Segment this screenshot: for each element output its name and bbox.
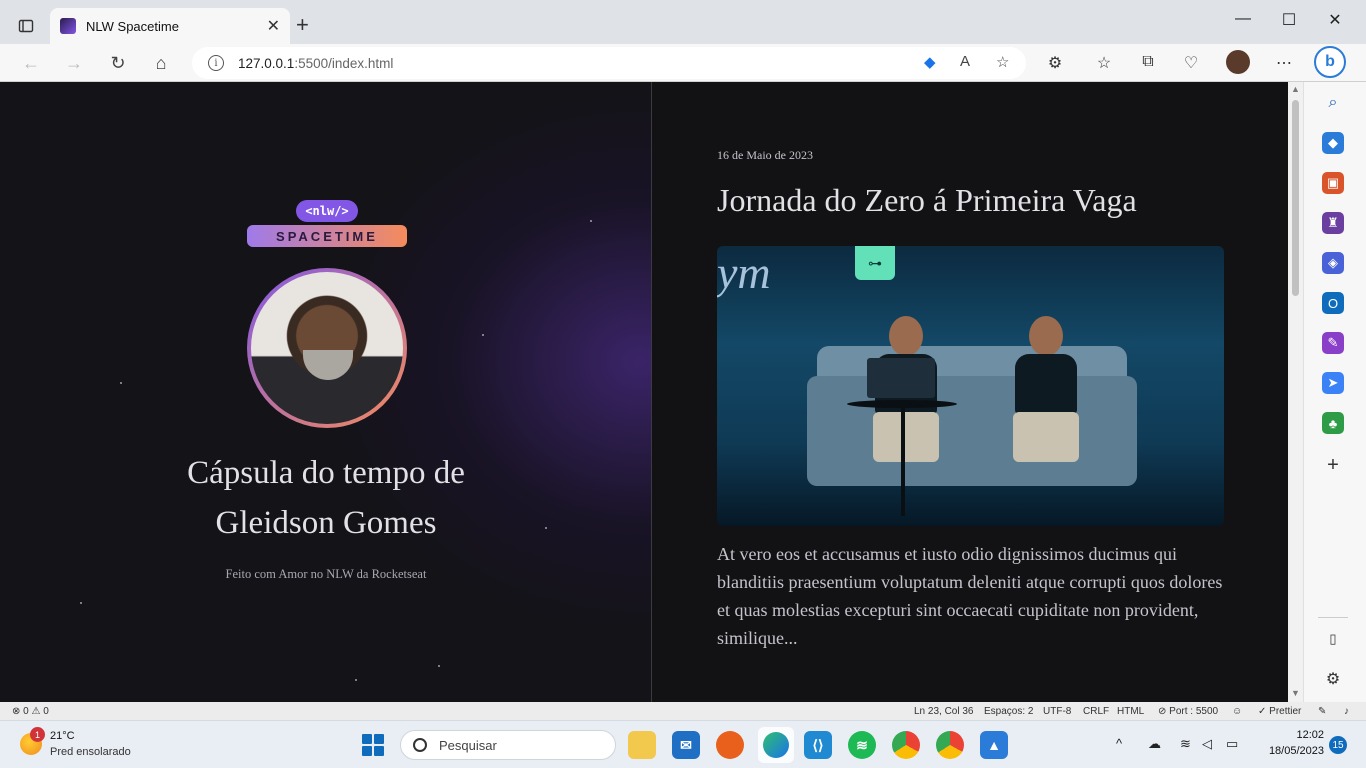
new-tab-button[interactable]: + xyxy=(296,14,309,36)
spotify-icon[interactable]: ≋ xyxy=(848,731,876,759)
bell-icon[interactable]: ♪ xyxy=(1344,706,1349,717)
chrome-profile-g-icon[interactable] xyxy=(892,731,920,759)
mail-icon[interactable]: ✉ xyxy=(672,731,700,759)
nlw-logo-badge: <nlw/> xyxy=(296,200,358,222)
bing-chat-icon[interactable]: b xyxy=(1314,46,1346,78)
extensions-icon[interactable]: ⚙ xyxy=(1044,53,1066,73)
prettier-status[interactable]: ✓ Prettier xyxy=(1258,706,1301,717)
laptop-icon xyxy=(867,358,935,398)
refresh-icon[interactable]: ↻ xyxy=(107,52,129,74)
clock-date[interactable]: 18/05/2023 xyxy=(1258,745,1324,757)
browser-tab-bar: NLW Spacetime ✕ + — ☐ ✕ xyxy=(0,0,1366,44)
scrollbar-thumb[interactable] xyxy=(1292,100,1299,296)
sidebar-toggle-icon[interactable]: ▯ xyxy=(1322,628,1344,650)
designer-icon[interactable]: ✎ xyxy=(1322,332,1344,354)
tab-close-icon[interactable]: ✕ xyxy=(267,16,280,36)
performance-icon[interactable]: ♡ xyxy=(1180,53,1202,73)
wifi-icon[interactable]: ≋ xyxy=(1180,736,1191,752)
scroll-up-icon[interactable]: ▲ xyxy=(1291,84,1300,94)
browser-toolbar: ← → ↻ ⌂ i 127.0.0.1:5500/index.html ◆ A … xyxy=(0,44,1366,82)
favicon-icon xyxy=(60,18,76,34)
weather-temperature[interactable]: 21°C xyxy=(50,730,75,742)
indentation[interactable]: Espaços: 2 xyxy=(984,706,1033,717)
capsule-pane: <nlw/> SPACETIME Cápsula do tempo de Gle… xyxy=(0,82,652,702)
edge-icon[interactable] xyxy=(758,727,794,763)
line-endings[interactable]: CRLF xyxy=(1083,706,1109,717)
file-explorer-icon[interactable] xyxy=(628,731,656,759)
back-icon[interactable]: ← xyxy=(20,52,42,74)
volume-icon[interactable]: ◁ xyxy=(1202,736,1212,752)
close-window-button[interactable]: ✕ xyxy=(1312,10,1358,30)
show-hidden-icons[interactable]: ^ xyxy=(1116,736,1122,751)
search-icon[interactable]: ⌕ xyxy=(1322,92,1344,114)
neon-sign-decoration: ym xyxy=(717,247,771,298)
coupon-icon[interactable]: ◆ xyxy=(924,53,936,71)
read-aloud-icon[interactable]: A xyxy=(960,53,970,70)
address-bar[interactable]: i 127.0.0.1:5500/index.html xyxy=(192,47,1026,79)
add-sidebar-icon[interactable]: + xyxy=(1322,454,1344,476)
profile-avatar-icon[interactable] xyxy=(1226,50,1250,74)
avatar xyxy=(247,268,407,428)
vscode-icon[interactable]: ⟨⟩ xyxy=(804,731,832,759)
language-mode[interactable]: HTML xyxy=(1117,706,1144,717)
chrome-icon[interactable] xyxy=(936,731,964,759)
page-scrollbar[interactable]: ▲ ▼ xyxy=(1288,82,1303,702)
outlook-icon[interactable]: O xyxy=(1322,292,1344,314)
add-favorite-icon[interactable]: ☆ xyxy=(996,53,1009,71)
copilot-icon[interactable]: ☺ xyxy=(1232,706,1242,717)
favorites-icon[interactable]: ☆ xyxy=(1093,53,1115,73)
taskbar-search-box[interactable]: Pesquisar xyxy=(400,730,616,760)
user-photo xyxy=(251,272,403,424)
weather-alert-badge: 1 xyxy=(30,727,45,742)
games-icon[interactable]: ♜ xyxy=(1322,212,1344,234)
firefox-icon[interactable] xyxy=(716,731,744,759)
shopping-icon[interactable]: ◆ xyxy=(1322,132,1344,154)
browser-tab-active[interactable]: NLW Spacetime ✕ xyxy=(50,8,290,44)
tab-actions-icon[interactable] xyxy=(8,10,44,42)
search-placeholder: Pesquisar xyxy=(439,737,497,753)
weather-description[interactable]: Pred ensolarado xyxy=(50,746,131,758)
status-bar: ⊗ 0 ⚠ 0 Ln 23, Col 36 Espaços: 2 UTF-8 C… xyxy=(0,702,1366,720)
footer-credit: Feito com Amor no NLW da Rocketseat xyxy=(225,567,427,581)
tree-icon[interactable]: ♣ xyxy=(1322,412,1344,434)
encoding[interactable]: UTF-8 xyxy=(1043,706,1071,717)
office-icon[interactable]: ◈ xyxy=(1322,252,1344,274)
post-title: Jornada do Zero á Primeira Vaga xyxy=(717,182,1137,218)
collections-icon[interactable]: ⧉ xyxy=(1137,53,1159,71)
minimize-button[interactable]: — xyxy=(1220,10,1266,28)
url-text: 127.0.0.1:5500/index.html xyxy=(238,55,394,71)
clock-time[interactable]: 12:02 xyxy=(1290,729,1324,741)
windows-taskbar: 1 21°C Pred ensolarado Pesquisar ✉ ⟨⟩ ≋ … xyxy=(0,720,1366,768)
feedback-icon[interactable]: ✎ xyxy=(1318,706,1326,717)
search-icon xyxy=(413,738,427,752)
spacetime-logo: SPACETIME xyxy=(247,225,407,247)
home-icon[interactable]: ⌂ xyxy=(150,52,172,74)
scroll-down-icon[interactable]: ▼ xyxy=(1291,688,1300,698)
tab-title: NLW Spacetime xyxy=(86,18,179,34)
forward-icon[interactable]: → xyxy=(63,52,85,74)
battery-icon[interactable]: ▭ xyxy=(1226,736,1238,752)
stage-sign-icon: ⊶ xyxy=(855,246,895,280)
post-image: ym ⊶ xyxy=(717,246,1224,526)
page-viewport: <nlw/> SPACETIME Cápsula do tempo de Gle… xyxy=(0,82,1303,702)
send-icon[interactable]: ➤ xyxy=(1322,372,1344,394)
post-date: 16 de Maio de 2023 xyxy=(717,148,813,162)
post-excerpt: At vero eos et accusamus et iusto odio d… xyxy=(717,544,1223,648)
capsule-title: Cápsula do tempo de Gleidson Gomes xyxy=(187,455,465,541)
live-server-port[interactable]: ⊘ Port : 5500 xyxy=(1158,706,1218,717)
problems-indicator[interactable]: ⊗ 0 ⚠ 0 xyxy=(12,706,49,717)
more-menu-icon[interactable]: ⋯ xyxy=(1273,53,1295,73)
settings-gear-icon[interactable]: ⚙ xyxy=(1322,668,1344,690)
tools-icon[interactable]: ▣ xyxy=(1322,172,1344,194)
timeline-pane: 16 de Maio de 2023 Jornada do Zero á Pri… xyxy=(653,82,1287,702)
maximize-button[interactable]: ☐ xyxy=(1266,10,1312,30)
onedrive-icon[interactable]: ☁ xyxy=(1148,736,1161,752)
photos-icon[interactable]: ▲ xyxy=(980,731,1008,759)
cursor-position[interactable]: Ln 23, Col 36 xyxy=(914,706,974,717)
site-info-icon[interactable]: i xyxy=(208,55,224,71)
edge-sidebar: ⌕ ◆ ▣ ♜ ◈ O ✎ ➤ ♣ + ▯ ⚙ xyxy=(1303,82,1366,702)
start-button[interactable] xyxy=(362,734,384,756)
notification-count[interactable]: 15 xyxy=(1329,736,1347,754)
